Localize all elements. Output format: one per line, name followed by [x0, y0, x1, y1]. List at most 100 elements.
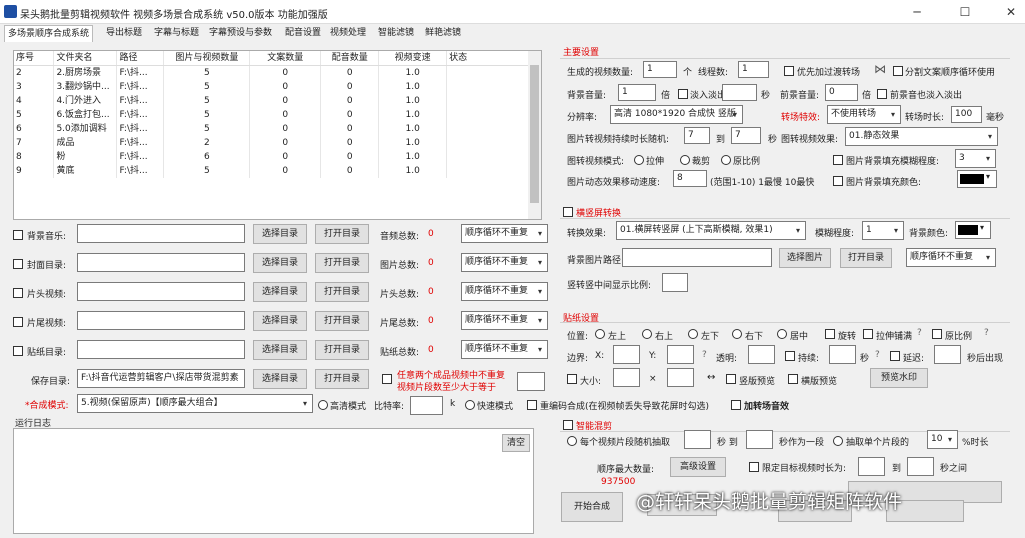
reencode-checkbox[interactable]	[527, 400, 537, 410]
sticker-width-input[interactable]	[613, 368, 640, 387]
media-row-checkbox[interactable]	[13, 230, 23, 240]
media-row-checkbox[interactable]	[13, 317, 23, 327]
margin-x-input[interactable]	[613, 345, 640, 364]
delay-input[interactable]	[934, 345, 961, 364]
tab-sequence-compose[interactable]: 多场景顺序合成系统	[4, 25, 94, 42]
bitrate-input[interactable]	[410, 396, 443, 415]
img-duration-min-input[interactable]: 7	[684, 127, 710, 144]
sticker-height-input[interactable]	[667, 368, 694, 387]
choose-image-button[interactable]: 选择图片	[779, 248, 831, 268]
bg-volume-input[interactable]: 1	[618, 84, 656, 101]
threads-input[interactable]: 1	[738, 61, 769, 78]
preview-watermark-button[interactable]: 预览水印	[870, 368, 928, 388]
min-segments-input[interactable]	[517, 372, 545, 391]
segment-max-input[interactable]	[746, 430, 773, 449]
landscape-bg-color-picker[interactable]: ▾	[955, 221, 991, 239]
duration-input[interactable]	[829, 345, 856, 364]
bg-blur-checkbox[interactable]	[833, 155, 843, 165]
sticker-size-checkbox[interactable]	[567, 374, 577, 384]
media-row-path-input[interactable]	[77, 340, 245, 359]
smart-mix-checkbox[interactable]	[563, 420, 573, 430]
fg-volume-input[interactable]: 0	[825, 84, 858, 101]
media-row-checkbox[interactable]	[13, 346, 23, 356]
tab-export-title[interactable]: 导出标题	[103, 25, 145, 42]
table-row[interactable]: 7 成品 F:\抖... 2 0 0 1.0	[14, 136, 530, 150]
bg-fill-color-checkbox[interactable]	[833, 176, 843, 186]
tab-smart-filter[interactable]: 智能滤镜	[375, 25, 417, 42]
opacity-input[interactable]	[748, 345, 775, 364]
start-compose-button[interactable]: 开始合成	[561, 492, 623, 522]
segment-min-input[interactable]	[684, 430, 711, 449]
media-row-checkbox[interactable]	[13, 259, 23, 269]
unique-segments-checkbox[interactable]	[382, 374, 392, 384]
choose-dir-button[interactable]: 选择目录	[253, 340, 307, 360]
open-dir-button[interactable]: 打开目录	[315, 311, 369, 331]
landscape-open-dir-button[interactable]: 打开目录	[840, 248, 892, 268]
position-bottom-right-radio[interactable]	[732, 329, 742, 339]
choose-dir-button[interactable]: 选择目录	[253, 282, 307, 302]
position-top-right-radio[interactable]	[642, 329, 652, 339]
table-row[interactable]: 4 4.门外进入 F:\抖... 5 0 0 1.0	[14, 94, 530, 108]
stretch-radio[interactable]	[634, 155, 644, 165]
position-center-radio[interactable]	[777, 329, 787, 339]
gen-count-input[interactable]: 1	[643, 61, 677, 78]
table-row[interactable]: 5 6.饭盒打包... F:\抖... 5 0 0 1.0	[14, 108, 530, 122]
rotate-checkbox[interactable]	[825, 329, 835, 339]
sticker-orig-ratio-checkbox[interactable]	[932, 329, 942, 339]
media-row-checkbox[interactable]	[13, 288, 23, 298]
fade-checkbox[interactable]	[678, 89, 688, 99]
limit-max-input[interactable]	[907, 457, 934, 476]
media-row-path-input[interactable]	[77, 253, 245, 272]
minimize-icon[interactable]: ─	[902, 3, 932, 21]
swap-arrows-icon[interactable]: ↔	[707, 372, 715, 383]
bg-blur-select[interactable]: 3 ▾	[955, 149, 996, 168]
landscape-bg-img-input[interactable]	[622, 248, 772, 267]
landscape-order-select[interactable]: 顺序循环不重复 ▾	[906, 248, 996, 267]
hq-mode-radio[interactable]	[318, 400, 328, 410]
maximize-icon[interactable]: ☐	[950, 3, 980, 21]
landscape-ratio-input[interactable]	[662, 273, 688, 292]
landscape-checkbox[interactable]	[563, 207, 573, 217]
open-dir-button[interactable]: 打开目录	[315, 224, 369, 244]
advanced-settings-button[interactable]: 高级设置	[670, 457, 726, 477]
transition-effect-select[interactable]: 不使用转场 ▾	[827, 105, 901, 124]
delay-checkbox[interactable]	[890, 351, 900, 361]
compose-mode-select[interactable]: 5.视频(保留原声)【顺序最大组合】 ▾	[77, 394, 313, 413]
choose-dir-button[interactable]: 选择目录	[253, 311, 307, 331]
tab-vivid-filter[interactable]: 鲜艳滤镜	[422, 25, 464, 42]
media-row-path-input[interactable]	[77, 311, 245, 330]
transition-duration-input[interactable]: 100	[951, 106, 982, 123]
landscape-effect-select[interactable]: 01.横屏转竖屏 (上下高斯模糊, 效果1) ▾	[616, 221, 806, 240]
segment-percent-select[interactable]: 10 ▾	[927, 430, 958, 449]
fade-seconds-input[interactable]	[722, 84, 757, 101]
scrollbar-thumb[interactable]	[530, 65, 539, 203]
portrait-preview-checkbox[interactable]	[726, 374, 736, 384]
limit-min-input[interactable]	[858, 457, 885, 476]
save-dir-input[interactable]: F:\抖音代运营剪辑客户\探店带货混剪素	[77, 369, 245, 388]
tab-subtitle-preset[interactable]: 字幕预设与参数	[206, 25, 275, 42]
save-open-dir-button[interactable]: 打开目录	[315, 369, 369, 389]
resolution-select[interactable]: 高清 1080*1920 合成快 竖版 ▾	[610, 105, 743, 124]
media-row-order-select[interactable]: 顺序循环不重复 ▾	[461, 224, 548, 243]
margin-y-input[interactable]	[667, 345, 694, 364]
table-row[interactable]: 2 2.厨房场景 F:\抖... 5 0 0 1.0	[14, 65, 530, 80]
duration-checkbox[interactable]	[785, 351, 795, 361]
open-dir-button[interactable]: 打开目录	[315, 253, 369, 273]
per-segment-radio[interactable]	[567, 436, 577, 446]
table-row[interactable]: 9 黄底 F:\抖... 5 0 0 1.0	[14, 164, 530, 178]
clear-log-button[interactable]: 清空	[502, 434, 530, 452]
position-bottom-left-radio[interactable]	[688, 329, 698, 339]
open-dir-button[interactable]: 打开目录	[315, 282, 369, 302]
table-row[interactable]: 3 3.翻炒锅中... F:\抖... 5 0 0 1.0	[14, 80, 530, 94]
table-scrollbar[interactable]	[528, 51, 541, 219]
limit-duration-checkbox[interactable]	[749, 462, 759, 472]
bg-fill-color-picker[interactable]: ▾	[957, 170, 997, 188]
tab-voice[interactable]: 配音设置	[282, 25, 324, 42]
fast-mode-radio[interactable]	[465, 400, 475, 410]
media-row-order-select[interactable]: 顺序循环不重复 ▾	[461, 311, 548, 330]
split-copy-checkbox[interactable]	[893, 66, 903, 76]
img-duration-max-input[interactable]: 7	[731, 127, 761, 144]
media-row-order-select[interactable]: 顺序循环不重复 ▾	[461, 340, 548, 359]
motion-speed-input[interactable]: 8	[673, 170, 707, 187]
table-row[interactable]: 8 粉 F:\抖... 6 0 0 1.0	[14, 150, 530, 164]
